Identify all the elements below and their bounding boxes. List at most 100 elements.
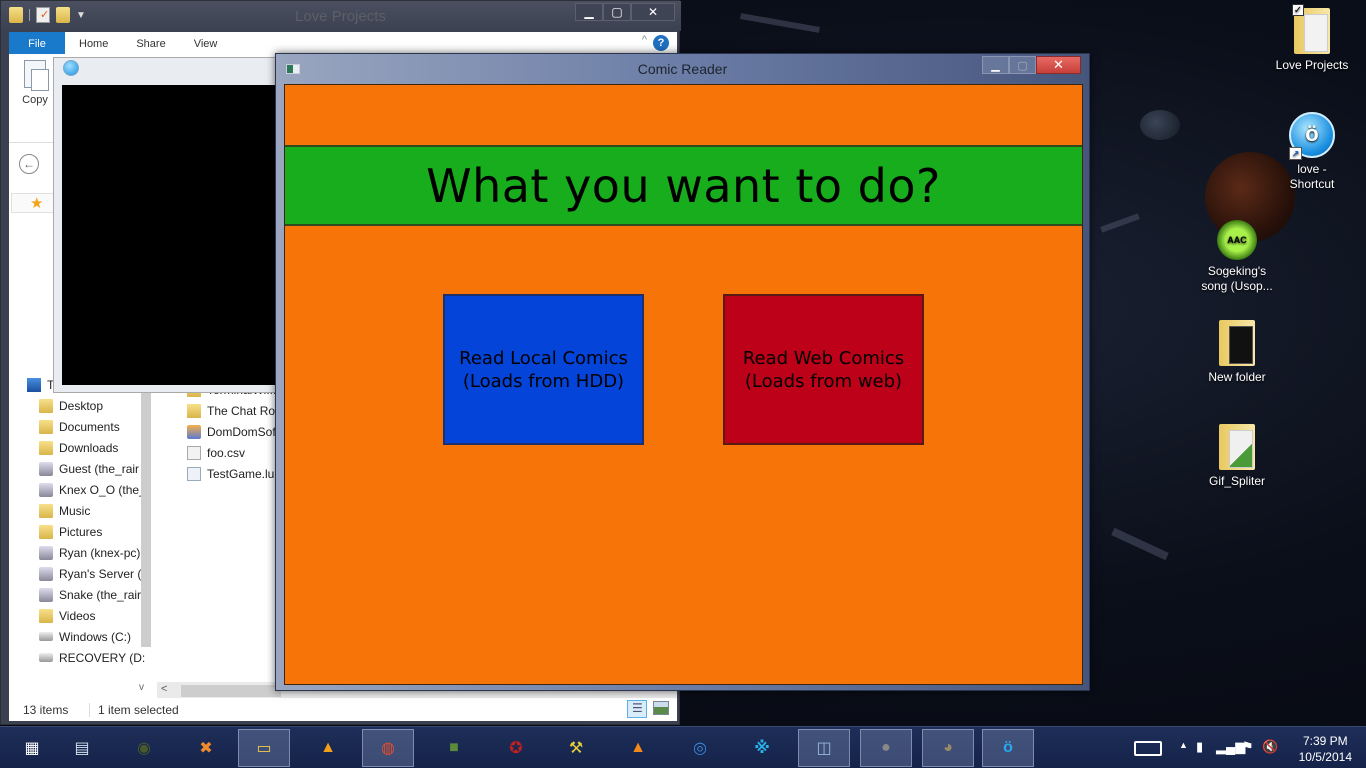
- tab-home[interactable]: Home: [65, 32, 122, 54]
- shovel-icon: ⚒: [568, 740, 584, 757]
- battery-icon[interactable]: ▮: [1196, 739, 1203, 755]
- signal-icon[interactable]: ▂▄▆: [1216, 739, 1245, 755]
- folder-icon: [39, 419, 53, 434]
- nav-item-music[interactable]: Music: [9, 500, 149, 521]
- volume-muted-icon[interactable]: 🔇: [1262, 739, 1278, 755]
- desktop-icon-love-projects[interactable]: ✓ Love Projects: [1267, 4, 1357, 73]
- nav-item-recovery-d[interactable]: RECOVERY (D:: [9, 647, 149, 668]
- razer-icon: ※: [754, 740, 770, 757]
- read-web-comics-button[interactable]: Read Web Comics (Loads from web): [723, 294, 924, 445]
- nav-item-ryans-server[interactable]: Ryan's Server (: [9, 563, 149, 584]
- file-explorer-icon: ▭: [256, 740, 272, 757]
- nav-item-documents[interactable]: Documents: [9, 416, 149, 437]
- explorer-titlebar[interactable]: ▼ Love Projects ▁ ▢ ✕: [1, 1, 681, 31]
- help-icon[interactable]: ?: [653, 35, 669, 51]
- taskbar-button[interactable]: ✪: [490, 729, 542, 767]
- taskbar-button[interactable]: ◫: [798, 729, 850, 767]
- clock[interactable]: 7:39 PM 10/5/2014: [1299, 733, 1352, 765]
- action-center-flag-icon[interactable]: ⚑: [1242, 739, 1254, 755]
- taskbar-button[interactable]: ◎: [674, 729, 726, 767]
- comic-reader-window: Comic Reader ▁ ▢ ✕ What you want to do? …: [275, 53, 1090, 691]
- file-item[interactable]: DomDomSof: [187, 421, 276, 442]
- nav-item-label: Music: [59, 503, 91, 518]
- taskbar-button[interactable]: ⚒: [550, 729, 602, 767]
- desktop-icon-new-folder[interactable]: New folder: [1192, 320, 1282, 385]
- taskbar-button[interactable]: ✖: [180, 729, 232, 767]
- close-button[interactable]: ✕: [631, 3, 675, 21]
- drive-icon: [39, 653, 53, 662]
- clock-date: 10/5/2014: [1298, 750, 1352, 764]
- copy-label: Copy: [22, 94, 48, 106]
- wallpaper-debris: [740, 13, 820, 33]
- customize-toolbar-icon[interactable]: ▼: [76, 10, 86, 21]
- nav-item-guest[interactable]: Guest (the_rair: [9, 458, 149, 479]
- close-button[interactable]: ✕: [1036, 56, 1081, 74]
- taskbar-button[interactable]: ※: [736, 729, 788, 767]
- file-item[interactable]: foo.csv: [187, 442, 276, 463]
- minimize-button[interactable]: ▁: [982, 56, 1009, 74]
- nav-item-knex[interactable]: Knex O_O (the_: [9, 479, 149, 500]
- scrollbar-thumb[interactable]: [181, 685, 281, 697]
- desktop-icon-love-shortcut[interactable]: ö ↗ love - Shortcut: [1267, 112, 1357, 192]
- nav-item-pictures[interactable]: Pictures: [9, 521, 149, 542]
- desktop-icon-sogeking-song[interactable]: AAC Sogeking's song (Usop...: [1192, 220, 1282, 294]
- taskbar-button[interactable]: ◍: [362, 729, 414, 767]
- details-view-button[interactable]: [627, 700, 647, 718]
- taskbar-button[interactable]: ●: [860, 729, 912, 767]
- minimize-button[interactable]: ▁: [575, 3, 603, 21]
- nav-item-videos[interactable]: Videos: [9, 605, 149, 626]
- taskbar-button[interactable]: ▦: [6, 729, 58, 767]
- taskbar-button[interactable]: ◕: [922, 729, 974, 767]
- file-item[interactable]: TestGame.lu: [187, 463, 276, 484]
- tab-share[interactable]: Share: [122, 32, 179, 54]
- nav-item-ryan[interactable]: Ryan (knex-pc): [9, 542, 149, 563]
- nav-item-label: RECOVERY (D:: [59, 650, 146, 665]
- firefox-nightly-icon: ◍: [381, 740, 395, 757]
- new-folder-icon[interactable]: [56, 7, 70, 23]
- nav-item-label: Documents: [59, 419, 120, 434]
- nav-item-snake[interactable]: Snake (the_rair: [9, 584, 149, 605]
- properties-icon[interactable]: [36, 7, 50, 23]
- back-button[interactable]: ←: [19, 154, 39, 174]
- folder-icon: [39, 503, 53, 518]
- document-icon: [187, 445, 201, 460]
- nav-item-desktop[interactable]: Desktop: [9, 395, 149, 416]
- selection-count: 1 item selected: [89, 703, 179, 717]
- maximize-button[interactable]: ▢: [603, 3, 631, 21]
- folder-icon: [39, 398, 53, 413]
- vlc-icon: ▲: [630, 739, 646, 756]
- taskbar-button[interactable]: ▲: [302, 729, 354, 767]
- folder-icon: [39, 440, 53, 455]
- nav-scrollbar[interactable]: [141, 377, 151, 647]
- taskbar-button[interactable]: ■: [428, 729, 480, 767]
- tab-file[interactable]: File: [9, 32, 65, 54]
- collapse-ribbon-icon[interactable]: ^: [642, 34, 647, 46]
- scroll-left-icon[interactable]: <: [161, 683, 167, 695]
- show-hidden-icons-icon[interactable]: ▲: [1179, 740, 1188, 750]
- copy-button[interactable]: Copy: [13, 60, 57, 106]
- taskbar-button[interactable]: ◉: [118, 729, 170, 767]
- file-item[interactable]: The Chat Ro: [187, 400, 276, 421]
- taskbar: ▦ ▤ ◉ ✖ ▭ ▲ ◍ ■ ✪ ⚒ ▲ ◎ ※ ◫ ● ◕ ö ▲ ▮ ▂▄▆ ⚑ 🔇 7:39 PM 10…: [0, 726, 1366, 768]
- taskbar-button[interactable]: ▭: [238, 729, 290, 767]
- taskbar-button[interactable]: ▲: [612, 729, 664, 767]
- nav-item-windows-c[interactable]: Windows (C:): [9, 626, 149, 647]
- desktop-icon-gif-spliter[interactable]: Gif_Spliter: [1192, 424, 1282, 489]
- nav-item-label: Windows (C:): [59, 629, 132, 644]
- taskbar-button[interactable]: ö: [982, 729, 1034, 767]
- maximize-button[interactable]: ▢: [1009, 56, 1036, 74]
- tab-view[interactable]: View: [180, 32, 232, 54]
- desktop-icon-label: Love Projects: [1275, 58, 1349, 72]
- nav-item-label: Ryan (knex-pc): [59, 545, 141, 560]
- large-icons-view-button[interactable]: [653, 701, 669, 715]
- desktop-icon-label: New folder: [1208, 370, 1266, 384]
- nav-item-downloads[interactable]: Downloads: [9, 437, 149, 458]
- desktop-icon-label: love - Shortcut: [1289, 162, 1335, 191]
- touch-keyboard-icon[interactable]: [1134, 741, 1162, 756]
- checkbox-icon[interactable]: ✓: [1292, 4, 1304, 16]
- scroll-down-icon[interactable]: v: [139, 682, 144, 693]
- comic-reader-titlebar[interactable]: Comic Reader ▁ ▢ ✕: [276, 54, 1089, 84]
- read-local-comics-button[interactable]: Read Local Comics (Loads from HDD): [443, 294, 644, 445]
- sphere-app-icon: ●: [881, 739, 891, 756]
- taskbar-button[interactable]: ▤: [56, 729, 108, 767]
